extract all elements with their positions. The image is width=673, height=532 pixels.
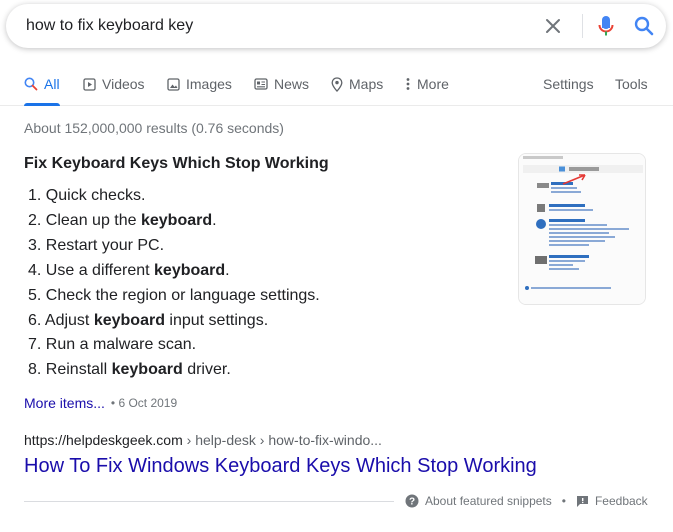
- search-divider: [582, 14, 583, 38]
- snippet-list-item: 4. Use a different keyboard.: [28, 259, 320, 284]
- list-text-after: driver.: [182, 361, 231, 379]
- snippet-footer: ? About featured snippets • Feedback: [405, 494, 648, 508]
- tools-link[interactable]: Tools: [615, 76, 648, 92]
- video-icon: [83, 77, 96, 91]
- snippet-thumbnail[interactable]: [518, 153, 646, 305]
- tab-label: News: [274, 76, 310, 92]
- tab-images[interactable]: Images: [167, 76, 232, 92]
- footer-divider: [24, 501, 394, 502]
- tools-label: Tools: [615, 76, 648, 92]
- snippet-list-item: 2. Clean up the keyboard.: [28, 209, 320, 234]
- search-icon[interactable]: [633, 15, 655, 37]
- list-text: Check the region or language settings.: [45, 286, 320, 304]
- settings-link[interactable]: Settings: [543, 76, 594, 92]
- svg-text:?: ?: [409, 497, 415, 508]
- news-icon: [254, 78, 268, 90]
- snippet-title: Fix Keyboard Keys Which Stop Working: [24, 155, 329, 172]
- tab-all[interactable]: All: [24, 76, 60, 92]
- list-text-after: input settings.: [164, 311, 269, 329]
- snippet-date: • 6 Oct 2019: [110, 396, 178, 410]
- result-url[interactable]: https://helpdeskgeek.com › help-desk › h…: [24, 432, 382, 448]
- tab-label: More: [417, 76, 449, 92]
- list-text: Adjust: [44, 311, 94, 329]
- about-label: About featured snippets: [425, 494, 552, 508]
- close-icon[interactable]: [542, 15, 564, 37]
- feedback-label: Feedback: [594, 494, 648, 508]
- list-number: 2.: [28, 211, 42, 229]
- list-number: 4.: [28, 261, 42, 279]
- list-text: Use a different: [45, 261, 155, 279]
- list-bold-term: keyboard: [140, 211, 213, 229]
- result-stats: About 152,000,000 results (0.76 seconds): [24, 120, 284, 136]
- list-number: 5.: [28, 286, 42, 304]
- more-vertical-icon: [406, 78, 410, 90]
- list-text: Restart your PC.: [45, 236, 165, 254]
- feedback-icon: [576, 495, 588, 507]
- snippet-list-item: 7. Run a malware scan.: [28, 333, 320, 358]
- list-bold-term: keyboard: [111, 361, 183, 379]
- list-number: 3.: [28, 236, 42, 254]
- list-number: 1.: [28, 187, 42, 204]
- list-text-after: .: [225, 261, 230, 279]
- list-bold-term: keyboard: [154, 261, 226, 279]
- tab-label: All: [44, 76, 60, 92]
- search-input[interactable]: how to fix keyboard key: [26, 17, 193, 35]
- tab-videos[interactable]: Videos: [83, 76, 145, 92]
- footer-separator: •: [561, 494, 566, 508]
- list-text: Run a malware scan.: [45, 336, 197, 354]
- list-number: 8.: [28, 361, 42, 379]
- snippet-date-value: 6 Oct 2019: [118, 396, 178, 410]
- control-panel-screenshot-icon: [519, 154, 645, 304]
- search-tabs: All Videos Images News Maps More Setting…: [0, 58, 673, 106]
- microphone-icon[interactable]: [595, 15, 617, 37]
- result-title-link[interactable]: How To Fix Windows Keyboard Keys Which S…: [24, 455, 537, 478]
- image-icon: [167, 77, 180, 91]
- tab-maps[interactable]: Maps: [331, 76, 383, 92]
- list-number: 6.: [28, 311, 42, 329]
- search-bar[interactable]: how to fix keyboard key: [6, 4, 666, 48]
- tab-news[interactable]: News: [254, 76, 309, 92]
- tab-label: Images: [186, 76, 232, 92]
- list-number: 7.: [28, 336, 42, 354]
- active-tab-indicator: [24, 103, 60, 106]
- tab-more[interactable]: More: [405, 76, 449, 92]
- result-domain: https://helpdeskgeek.com: [24, 432, 183, 448]
- settings-label: Settings: [543, 76, 594, 92]
- snippet-list-item: 1. Quick checks.: [28, 184, 320, 209]
- map-pin-icon: [331, 76, 343, 92]
- help-icon: ?: [405, 494, 419, 508]
- snippet-list: 1. Quick checks. 2. Clean up the keyboard…: [28, 184, 320, 383]
- list-text: Reinstall: [45, 361, 112, 379]
- snippet-list-item: 8. Reinstall keyboard driver.: [28, 358, 320, 383]
- feedback-link[interactable]: Feedback: [576, 494, 648, 508]
- about-featured-snippets-link[interactable]: ? About featured snippets: [405, 494, 552, 508]
- list-text-after: .: [212, 211, 217, 229]
- tab-label: Videos: [102, 76, 145, 92]
- more-items-link[interactable]: More items...: [24, 395, 105, 411]
- more-items-row: More items... • 6 Oct 2019: [24, 395, 177, 411]
- search-icon: [24, 77, 38, 91]
- snippet-list-item: 5. Check the region or language settings…: [28, 284, 320, 309]
- snippet-list-item: 6. Adjust keyboard input settings.: [28, 309, 320, 334]
- result-path: › help-desk › how-to-fix-windo...: [182, 432, 382, 448]
- snippet-list-item: 3. Restart your PC.: [28, 234, 320, 259]
- list-text: Clean up the: [45, 211, 141, 229]
- list-text: Quick checks.: [45, 187, 146, 204]
- tab-label: Maps: [349, 76, 384, 92]
- list-bold-term: keyboard: [93, 311, 165, 329]
